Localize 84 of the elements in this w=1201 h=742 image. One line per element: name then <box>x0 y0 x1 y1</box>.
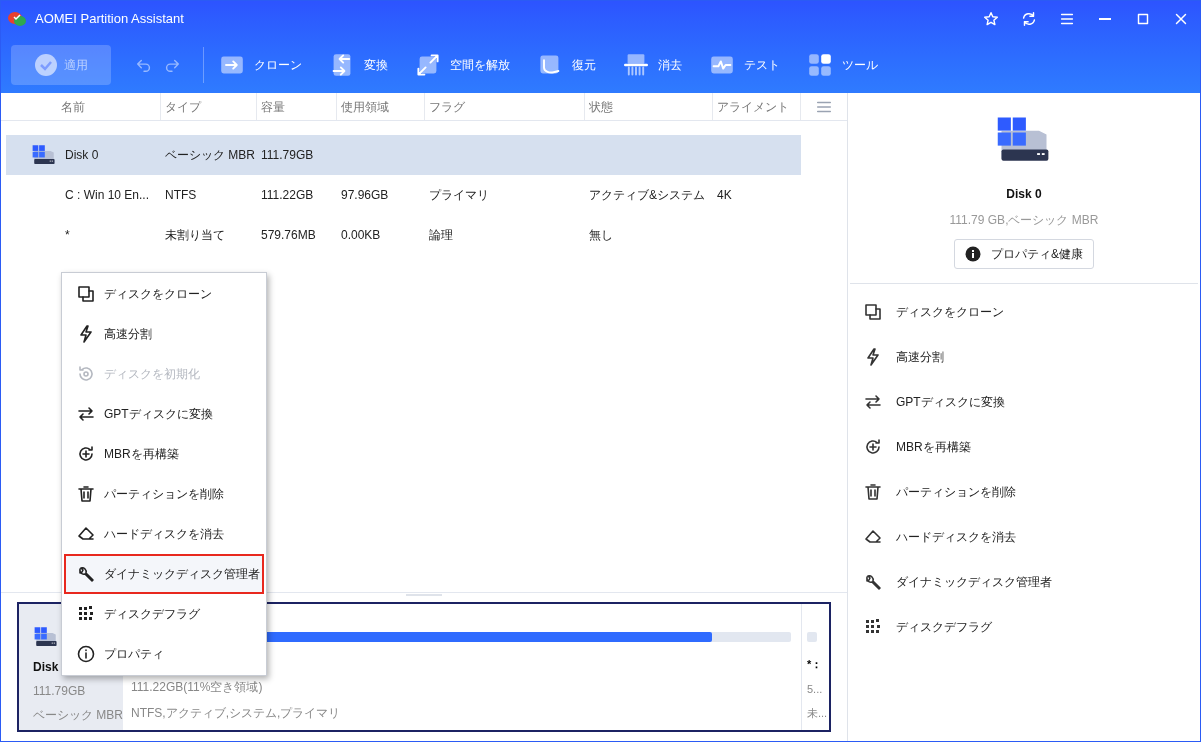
refresh-icon <box>1020 10 1038 28</box>
partition-info: 111.22GB(11%空き領域) <box>131 679 263 696</box>
disk-size: 111.79GB <box>33 683 86 700</box>
table-cell-text: 97.96GB <box>341 187 389 204</box>
column-header: フラグ <box>429 98 465 116</box>
action-item[interactable]: GPTディスクに変換 <box>848 379 1200 424</box>
toolbar-button[interactable]: クローン <box>220 53 302 77</box>
copy-icon <box>863 301 883 322</box>
disk-icon <box>31 144 57 166</box>
toolbar-button[interactable]: 消去 <box>624 53 682 77</box>
action-item[interactable]: 高速分割 <box>848 334 1200 379</box>
app-logo-icon <box>7 11 27 27</box>
toolbar-button[interactable]: 復元 <box>538 53 596 77</box>
window-title: AOMEI Partition Assistant <box>35 10 184 29</box>
action-item[interactable]: MBRを再構築 <box>848 424 1200 469</box>
column-header: 使用領域 <box>341 98 389 116</box>
disk-icon <box>33 626 59 648</box>
grid-tiles-icon <box>808 53 832 77</box>
table-cell-text: * <box>65 227 70 244</box>
check-icon <box>34 53 58 77</box>
toolbar-button[interactable]: 空間を解放 <box>416 53 510 77</box>
copy-icon <box>76 284 96 304</box>
partition-info: 5... <box>807 681 823 697</box>
table-cell-text: プライマリ <box>429 187 489 204</box>
column-header: タイプ <box>165 98 201 116</box>
menu-item[interactable]: ダイナミックディスク管理者 <box>64 554 264 594</box>
table-cell-text: 論理 <box>429 227 453 244</box>
menu-item[interactable]: ディスクをクローン <box>64 274 264 314</box>
expand-arrows-icon <box>416 53 440 77</box>
column-header: 名前 <box>61 98 85 116</box>
partition-bar <box>807 632 817 642</box>
star-icon <box>982 10 1000 28</box>
restore-icon <box>76 364 96 384</box>
action-item[interactable]: ダイナミックディスク管理者 <box>848 559 1200 604</box>
partition-info: 未... <box>807 706 828 721</box>
trash-icon <box>76 484 96 504</box>
disk-info: 111.79 GB,ベーシック MBR <box>949 212 1099 229</box>
action-item[interactable]: ディスクデフラグ <box>848 604 1200 649</box>
table-cell-text: Disk 0 <box>65 147 99 164</box>
circle-plus-icon <box>76 444 96 464</box>
partition-name: *： <box>807 657 823 672</box>
table-cell-text: ベーシック MBR <box>165 147 255 164</box>
table-cell-text: 111.22GB <box>261 187 314 204</box>
action-item[interactable]: ディスクをクローン <box>848 289 1200 334</box>
table-cell-text: 4K <box>717 187 732 204</box>
table-cell-text: 0.00KB <box>341 227 381 244</box>
menu-item[interactable]: ディスクデフラグ <box>64 594 264 634</box>
column-header: 容量 <box>261 98 285 116</box>
action-item[interactable]: ハードディスクを消去 <box>848 514 1200 559</box>
partition-row[interactable]: * 未割り当て 579.76MB 0.00KB 論理 無し <box>6 215 801 255</box>
wrench-icon <box>76 564 96 584</box>
info-icon <box>965 246 981 262</box>
trash-icon <box>863 481 883 502</box>
action-item[interactable]: パーティションを削除 <box>848 469 1200 514</box>
circle-plus-icon <box>863 436 883 457</box>
table-cell-text: アクティブ&システム <box>589 187 705 204</box>
partition-row[interactable]: C : Win 10 En... NTFS 111.22GB 97.96GB プライマリ アクティブ&システム 4K <box>6 175 801 215</box>
info-icon <box>76 644 96 664</box>
disk-row[interactable]: Disk 0 ベーシック MBR 111.79GB <box>6 135 801 175</box>
disk-label: Disk <box>33 659 59 676</box>
column-header: アライメント <box>717 98 789 116</box>
menu-item[interactable]: プロパティ <box>64 634 264 674</box>
disk-type: ベーシック MBR <box>33 707 123 724</box>
toolbar-button[interactable]: テスト <box>710 53 780 77</box>
table-cell-text: NTFS <box>165 187 197 204</box>
minimize-icon <box>1099 18 1111 20</box>
partition-info: NTFS,アクティブ,システム,プライマリ <box>131 705 341 722</box>
menu-item[interactable]: MBRを再構築 <box>64 434 264 474</box>
toolbar-button[interactable]: ツール <box>808 53 878 77</box>
menu-item[interactable]: パーティションを削除 <box>64 474 264 514</box>
swap-arrows-icon <box>76 404 96 424</box>
properties-button[interactable]: プロパティ&健康 <box>954 239 1094 269</box>
table-cell-text: 111.79GB <box>261 147 314 164</box>
column-header: 状態 <box>589 98 613 116</box>
table-cell-text: C : Win 10 En... <box>65 187 150 204</box>
menu-item[interactable]: 高速分割 <box>64 314 264 354</box>
menu-item[interactable]: GPTディスクに変換 <box>64 394 264 434</box>
table-cell-text: 未割り当て <box>165 227 225 244</box>
menu-item[interactable]: ハードディスクを消去 <box>64 514 264 554</box>
disk-name: Disk 0 <box>1006 186 1042 203</box>
shredder-icon <box>624 53 648 77</box>
toolbar-button[interactable]: 変換 <box>330 53 388 77</box>
table-cell-text: 579.76MB <box>261 227 316 244</box>
table-cell-text: 無し <box>589 227 613 244</box>
